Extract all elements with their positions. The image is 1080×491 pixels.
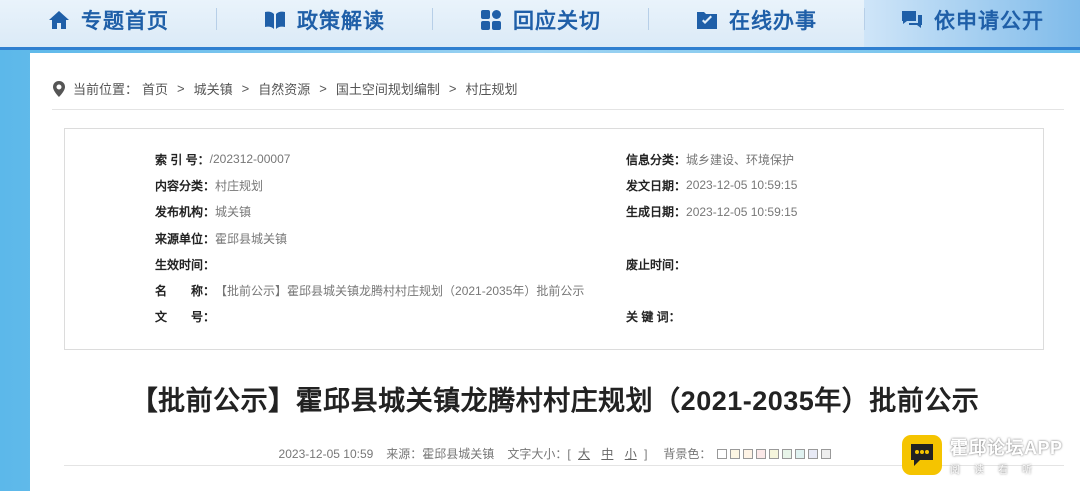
nav-item-label: 政策解读 bbox=[297, 9, 385, 33]
breadcrumb-item-town[interactable]: 城关镇 bbox=[194, 79, 233, 98]
article-source: 来源：霍邱县城关镇 bbox=[386, 447, 495, 461]
nav-item-response[interactable]: 回应关切 bbox=[432, 0, 648, 47]
background-color-swatch[interactable] bbox=[782, 448, 793, 459]
meta-row-publisher: 发布机构： 城关镇 bbox=[155, 205, 252, 220]
nav-item-label: 专题首页 bbox=[81, 9, 169, 33]
background-color-swatch[interactable] bbox=[743, 448, 754, 459]
nav-item-home[interactable]: 专题首页 bbox=[0, 0, 216, 47]
breadcrumb-item-spatial-planning[interactable]: 国土空间规划编制 bbox=[336, 79, 440, 98]
article-date: 2023-12-05 10:59 bbox=[278, 446, 374, 461]
background-color-swatch[interactable] bbox=[717, 448, 728, 459]
background-color-swatch[interactable] bbox=[795, 448, 806, 459]
content-panel: 当前位置： 首页 > 城关镇 > 自然资源 > 国土空间规划编制 > 村庄规划 … bbox=[30, 53, 1080, 491]
nav-item-online-service[interactable]: 在线办事 bbox=[648, 0, 864, 47]
metadata-right-column: 信息分类： 城乡建设、环境保护 发文日期： 2023-12-05 10:59:15 … bbox=[626, 146, 797, 330]
meta-row-content-category: 内容分类： 村庄规划 bbox=[155, 178, 264, 193]
app-watermark-text: 霍邱论坛APP 阅读看听 bbox=[950, 434, 1063, 476]
background-color-swatch[interactable] bbox=[769, 448, 780, 459]
meta-row-info-category: 信息分类： 城乡建设、环境保护 bbox=[626, 152, 795, 167]
home-icon bbox=[49, 10, 69, 29]
meta-row-index: 索 引 号：/202312-00007 bbox=[155, 152, 291, 167]
breadcrumb-separator: > bbox=[241, 81, 250, 96]
article-title: 【批前公示】霍邱县城关镇龙腾村村庄规划（2021-2035年）批前公示 bbox=[130, 386, 980, 416]
meta-row-issue-date: 发文日期： 2023-12-05 10:59:15 bbox=[626, 178, 798, 193]
app-logo-icon bbox=[902, 435, 942, 475]
breadcrumb-separator: > bbox=[448, 81, 457, 96]
nav-item-policy[interactable]: 政策解读 bbox=[216, 0, 432, 47]
background-color-swatch[interactable] bbox=[808, 448, 819, 459]
meta-row-generated-date: 生成日期： 2023-12-05 10:59:15 bbox=[626, 204, 798, 220]
meta-row-empty bbox=[626, 277, 797, 303]
nav-item-label: 回应关切 bbox=[513, 9, 601, 33]
background-color-swatch[interactable] bbox=[730, 448, 741, 459]
app-watermark-title: 霍邱论坛APP bbox=[950, 438, 1063, 458]
breadcrumb-item-home[interactable]: 首页 bbox=[142, 79, 168, 98]
breadcrumb-item-village-planning[interactable]: 村庄规划 bbox=[465, 79, 517, 98]
breadcrumb-separator: > bbox=[177, 81, 185, 96]
font-size-control: 文字大小：[ 大 中 小 ] bbox=[507, 447, 648, 461]
meta-row-name: 名 称： 【批前公示】霍邱县城关镇龙腾村村庄规划（2021-2035年）批前公示 bbox=[155, 284, 585, 299]
font-size-medium-link[interactable]: 中 bbox=[601, 447, 613, 461]
metadata-left-column: 索 引 号：/202312-00007 内容分类： 村庄规划 发布机构： 城关镇 来… bbox=[155, 146, 584, 330]
grid-icon bbox=[481, 9, 501, 30]
chat-icon bbox=[902, 10, 922, 28]
app-watermark: 霍邱论坛APP 阅读看听 bbox=[902, 434, 1063, 476]
background-color-swatch[interactable] bbox=[821, 448, 832, 459]
meta-row-source-unit: 来源单位： 霍邱县城关镇 bbox=[155, 231, 288, 246]
breadcrumb-separator: > bbox=[319, 81, 327, 96]
nav-item-label: 在线办事 bbox=[729, 9, 817, 33]
meta-row-keywords: 关 键 词： bbox=[626, 310, 681, 325]
breadcrumb-item-natural-resources[interactable]: 自然资源 bbox=[258, 79, 310, 98]
book-icon bbox=[265, 11, 285, 29]
app-watermark-subtitle: 阅读看听 bbox=[950, 465, 1046, 476]
top-nav: 专题首页 政策解读 回应关切 在线办事 依申请公开 bbox=[0, 0, 1080, 50]
metadata-table: 索 引 号：/202312-00007 内容分类： 村庄规划 发布机构： 城关镇 来… bbox=[64, 128, 1044, 350]
location-pin-icon bbox=[53, 80, 65, 97]
meta-row-empty bbox=[626, 225, 797, 251]
background-color-swatch[interactable] bbox=[756, 448, 767, 459]
nav-item-label: 依申请公开 bbox=[934, 9, 1044, 33]
background-color-label: 背景色： bbox=[663, 447, 712, 461]
breadcrumb-divider bbox=[52, 109, 1064, 110]
breadcrumb-prefix: 当前位置： bbox=[73, 82, 139, 97]
font-size-small-link[interactable]: 小 bbox=[625, 447, 637, 461]
font-size-large-link[interactable]: 大 bbox=[578, 447, 590, 461]
background-color-swatches bbox=[717, 448, 832, 459]
meta-row-effective-time: 生效时间： bbox=[155, 257, 216, 272]
meta-row-doc-number: 文 号： bbox=[155, 310, 216, 325]
meta-row-repeal-time: 废止时间： bbox=[626, 257, 687, 272]
breadcrumb: 当前位置： 首页 > 城关镇 > 自然资源 > 国土空间规划编制 > 村庄规划 bbox=[52, 79, 517, 98]
nav-item-application[interactable]: 依申请公开 bbox=[864, 0, 1080, 47]
check-folder-icon bbox=[697, 11, 717, 29]
